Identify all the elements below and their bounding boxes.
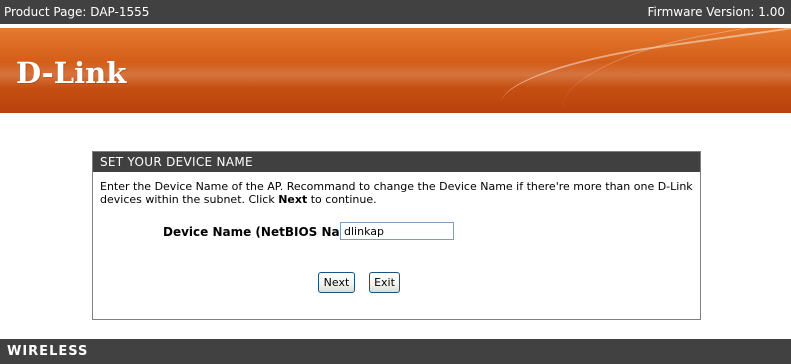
product-page-label: Product Page: DAP-1555 [4,5,150,19]
device-name-panel: SET YOUR DEVICE NAME Enter the Device Na… [92,151,701,320]
device-name-label: Device Name (NetBIOS Name) [163,225,366,239]
firmware-version-label: Firmware Version: 1.00 [647,5,785,19]
device-name-row: Device Name (NetBIOS Name) [93,221,700,243]
description-text: Enter the Device Name of the AP. Recomma… [100,180,693,206]
dlink-logo: D-Link [16,56,127,90]
bottom-bar: WIRELESS [0,339,791,364]
next-button[interactable]: Next [318,272,355,293]
header-banner: D-Link [0,28,791,113]
exit-button[interactable]: Exit [369,272,400,293]
description-next-bold: Next [278,193,308,206]
page: Product Page: DAP-1555 Firmware Version:… [0,0,791,364]
description-text-end: to continue. [307,193,377,206]
top-info-bar: Product Page: DAP-1555 Firmware Version:… [0,0,791,24]
panel-title: SET YOUR DEVICE NAME [93,152,700,172]
panel-description: Enter the Device Name of the AP. Recomma… [93,172,693,206]
device-name-input[interactable] [340,222,454,240]
wireless-brand: WIRELESS [7,344,89,359]
